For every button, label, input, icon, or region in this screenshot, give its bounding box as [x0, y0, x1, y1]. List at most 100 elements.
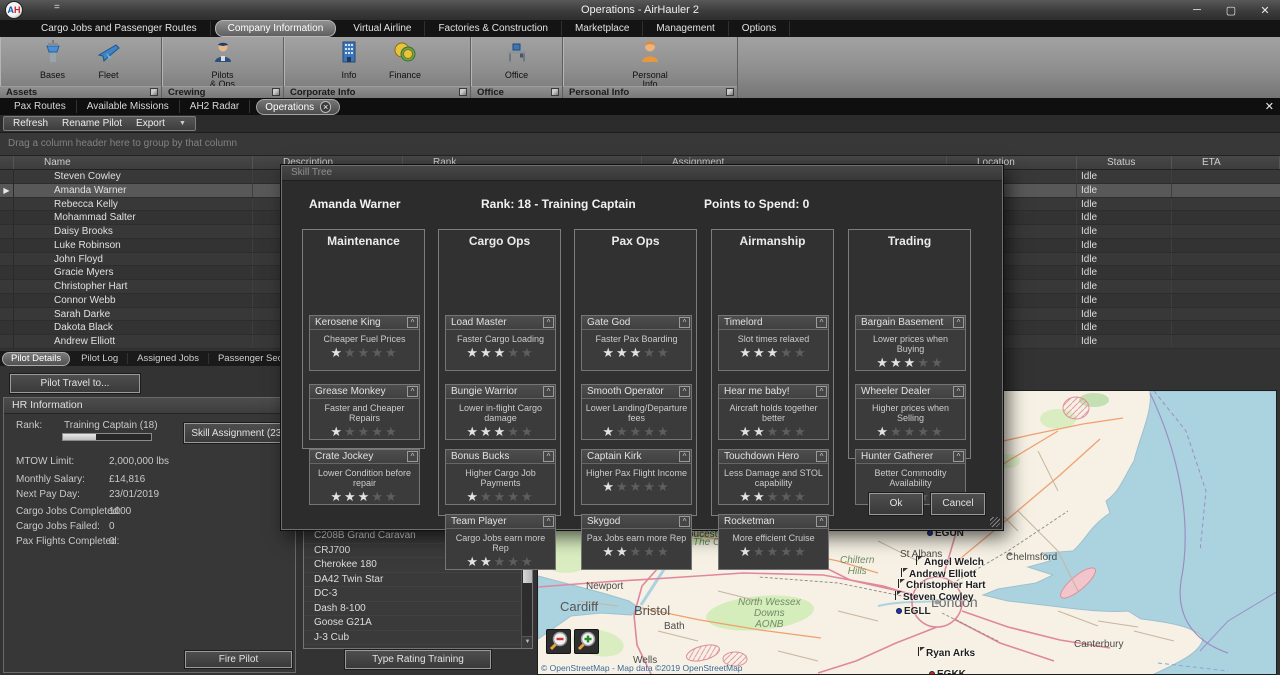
skill-upgrade-button[interactable]: ^	[953, 451, 964, 462]
ribbon-button-finance[interactable]: Finance	[379, 39, 431, 86]
hr-information-title: HR Information	[4, 398, 295, 414]
tab-pilot-details[interactable]: Pilot Details	[2, 352, 70, 366]
skill-card-header: Bargain Basement^	[856, 316, 965, 330]
skill-upgrade-button[interactable]: ^	[679, 516, 690, 527]
skill-upgrade-button[interactable]: ^	[407, 451, 418, 462]
map-zoom-out-button[interactable]	[546, 629, 571, 654]
skill-upgrade-button[interactable]: ^	[543, 451, 554, 462]
skill-upgrade-button[interactable]: ^	[543, 386, 554, 397]
column-header-name[interactable]: Name	[14, 156, 253, 169]
ribbon-button-office[interactable]: Office	[491, 39, 543, 86]
skill-upgrade-button[interactable]: ^	[407, 386, 418, 397]
cancel-button[interactable]: Cancel	[931, 493, 985, 515]
skill-upgrade-button[interactable]: ^	[679, 451, 690, 462]
group-dialog-launcher-icon[interactable]	[551, 88, 559, 96]
rank-label: Rank:	[16, 420, 42, 431]
ribbon-tab-marketplace[interactable]: Marketplace	[562, 21, 643, 36]
star-filled-icon: ★	[344, 489, 358, 504]
skill-upgrade-button[interactable]: ^	[679, 386, 690, 397]
skill-upgrade-button[interactable]: ^	[816, 386, 827, 397]
aircraft-list-item[interactable]: DA42 Twin Star	[304, 573, 532, 588]
skill-upgrade-button[interactable]: ^	[679, 317, 690, 328]
star-empty-icon: ★	[767, 544, 781, 559]
skill-upgrade-button[interactable]: ^	[543, 516, 554, 527]
tab-strip-close-icon[interactable]: ✕	[1265, 100, 1274, 113]
tab-close-icon[interactable]: ×	[320, 101, 331, 113]
tab-available-missions[interactable]: Available Missions	[77, 100, 180, 113]
tab-assigned-jobs[interactable]: Assigned Jobs	[128, 353, 209, 364]
export-button[interactable]: Export	[136, 118, 165, 129]
skill-upgrade-button[interactable]: ^	[816, 317, 827, 328]
ribbon-button-bases[interactable]: Bases	[27, 39, 79, 86]
column-header-eta[interactable]: ETA	[1172, 156, 1280, 169]
star-filled-icon: ★	[630, 345, 644, 360]
skill-card-touchdown-hero: Touchdown Hero^Less Damage and STOL capa…	[718, 449, 829, 505]
skill-column-title: Trading	[849, 234, 970, 248]
fire-pilot-button[interactable]: Fire Pilot	[185, 651, 292, 668]
rename-pilot-button[interactable]: Rename Pilot	[62, 118, 122, 129]
map-zoom-in-button[interactable]	[574, 629, 599, 654]
ribbon-tab-factories-construction[interactable]: Factories & Construction	[425, 21, 562, 36]
skill-upgrade-button[interactable]: ^	[407, 317, 418, 328]
dialog-resize-grip[interactable]	[990, 517, 1000, 527]
ribbon-group-label: Assets	[0, 86, 161, 98]
group-dialog-launcher-icon[interactable]	[459, 88, 467, 96]
skill-description: Higher Cargo Job Payments	[446, 468, 555, 488]
star-empty-icon: ★	[507, 554, 521, 569]
skill-name: Load Master	[446, 316, 555, 329]
tab-ah2-radar[interactable]: AH2 Radar	[180, 100, 250, 113]
map-pilot-marker[interactable]: Angel Welch	[916, 556, 984, 568]
aircraft-list-item[interactable]: Dash 8-100	[304, 602, 532, 617]
map-pilot-marker[interactable]: Steven Cowley	[895, 591, 974, 603]
status-cell: Idle	[1077, 266, 1172, 279]
tab-operations-active[interactable]: Operations×	[256, 99, 340, 115]
tab-pax-routes[interactable]: Pax Routes	[4, 100, 77, 113]
skill-upgrade-button[interactable]: ^	[816, 516, 827, 527]
ok-button[interactable]: Ok	[869, 493, 923, 515]
title-bar: AH = Operations - AirHauler 2 ─ ▢ ✕	[0, 0, 1280, 20]
skill-upgrade-button[interactable]: ^	[816, 451, 827, 462]
ribbon: BasesFleetAssetsPilots & OpsCrewingInfoF…	[0, 37, 1280, 98]
ribbon-button-fleet[interactable]: Fleet	[83, 39, 135, 86]
column-header-status[interactable]: Status	[1077, 156, 1172, 169]
type-rating-training-button[interactable]: Type Rating Training	[345, 650, 491, 669]
skill-upgrade-button[interactable]: ^	[953, 386, 964, 397]
ribbon-tab-management[interactable]: Management	[643, 21, 728, 36]
tab-passenger-sectors[interactable]: Passenger Sectors	[209, 353, 281, 364]
skill-column-cargo-ops: Cargo OpsLoad Master^Faster Cargo Loadin…	[438, 229, 561, 516]
skill-upgrade-button[interactable]: ^	[543, 317, 554, 328]
skill-star-rating: ★★★★★	[719, 490, 828, 504]
group-dialog-launcher-icon[interactable]	[150, 88, 158, 96]
skill-star-rating: ★★★★★	[856, 425, 965, 439]
ribbon-button-pilots-ops[interactable]: Pilots & Ops	[197, 39, 249, 86]
ribbon-tab-virtual-airline[interactable]: Virtual Airline	[340, 21, 425, 36]
aircraft-list-item[interactable]: Goose G21A	[304, 616, 532, 631]
map-pilot-marker[interactable]: Christopher Hart	[898, 579, 985, 591]
pilot-travel-button[interactable]: Pilot Travel to...	[10, 374, 140, 393]
ribbon-tab-options[interactable]: Options	[729, 21, 790, 36]
ribbon-button-personal-info[interactable]: Personal Info	[624, 39, 676, 86]
skill-assignment-button[interactable]: Skill Assignment (23)	[184, 423, 292, 443]
skill-card-bonus-bucks: Bonus Bucks^Higher Cargo Job Payments★★★…	[445, 449, 556, 505]
ribbon-tab-cargo-jobs-and-passenger-routes[interactable]: Cargo Jobs and Passenger Routes	[28, 21, 211, 36]
skill-upgrade-button[interactable]: ^	[953, 317, 964, 328]
close-button[interactable]: ✕	[1256, 4, 1274, 17]
row-selector	[0, 239, 14, 252]
minimize-button[interactable]: ─	[1188, 4, 1206, 16]
ribbon-tab-company-information[interactable]: Company Information	[215, 20, 337, 37]
refresh-button[interactable]: Refresh	[13, 118, 48, 129]
skill-card-grease-monkey: Grease Monkey^Faster and Cheaper Repairs…	[309, 384, 420, 440]
group-dialog-launcher-icon[interactable]	[272, 88, 280, 96]
map-pilot-marker[interactable]: Ryan Arks	[918, 647, 975, 659]
group-dialog-launcher-icon[interactable]	[726, 88, 734, 96]
export-caret-icon[interactable]: ▼	[179, 120, 186, 127]
maximize-button[interactable]: ▢	[1222, 4, 1240, 17]
tab-pilot-log[interactable]: Pilot Log	[72, 353, 128, 364]
aircraft-list-item[interactable]: J-3 Cub	[304, 631, 532, 646]
quick-access-icon[interactable]: =	[54, 2, 60, 13]
aircraft-list-item[interactable]: DC-3	[304, 587, 532, 602]
scrollbar-down-icon[interactable]: ▼	[522, 636, 533, 648]
row-selector	[0, 266, 14, 279]
skill-card-header: Crate Jockey^	[310, 450, 419, 464]
ribbon-button-info[interactable]: Info	[323, 39, 375, 86]
